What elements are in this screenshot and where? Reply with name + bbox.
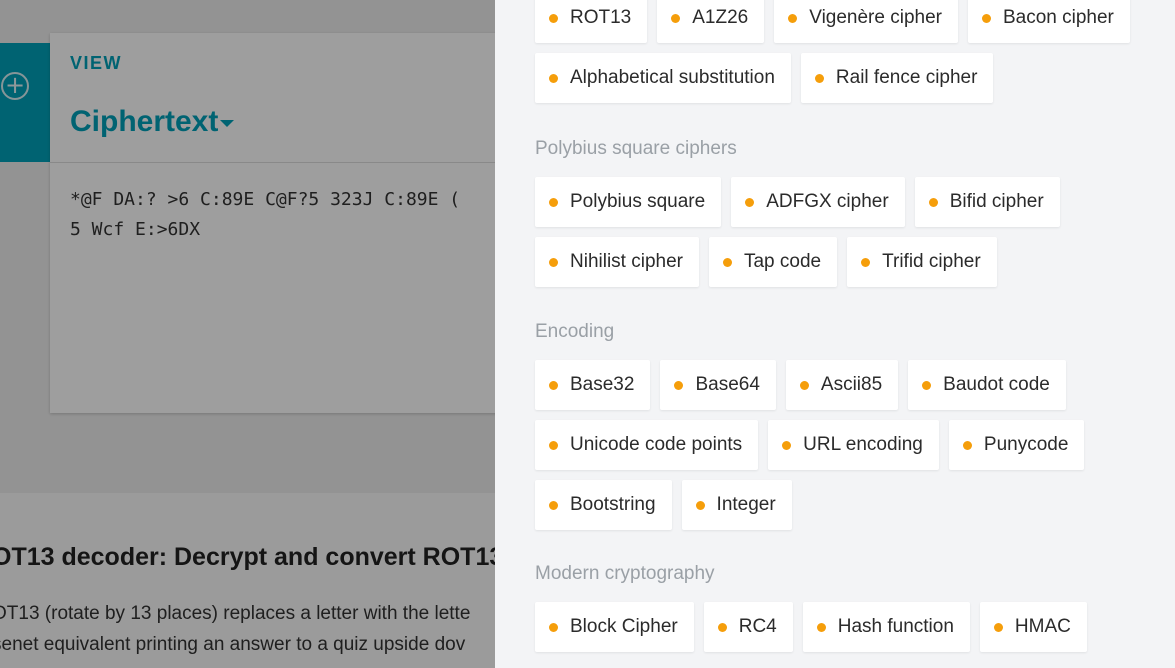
operation-chip-rot13[interactable]: ROT13 <box>535 0 648 43</box>
bullet-dot-icon <box>928 197 938 207</box>
chip-label: Bacon cipher <box>1002 7 1114 28</box>
bullet-dot-icon <box>674 380 684 390</box>
bullet-dot-icon <box>549 622 558 632</box>
operation-chip-adfgx-cipher[interactable]: ADFGX cipher <box>731 177 905 227</box>
chip-label: Nihilist cipher <box>570 251 683 272</box>
bullet-dot-icon <box>549 257 558 267</box>
chip-label: ROT13 <box>570 7 632 28</box>
bullet-dot-icon <box>745 197 755 207</box>
bullet-dot-icon <box>549 380 558 390</box>
chip-label: A1Z26 <box>692 7 749 28</box>
chip-label: RC4 <box>738 616 777 637</box>
chip-label: HMAC <box>1014 616 1071 637</box>
operation-chip-block-cipher[interactable]: Block Cipher <box>535 602 694 652</box>
section-encoding: Encoding Base32 Base64 Ascii85 Baudot code U… <box>535 320 1155 540</box>
bullet-dot-icon <box>788 13 798 23</box>
section-title: Encoding <box>535 321 615 342</box>
section-modern-crypto: Modern cryptography Block Cipher RC4 Hash … <box>535 562 1155 662</box>
operation-chip-baudot-code[interactable]: Baudot code <box>908 360 1066 410</box>
operation-chip-nihilist-cipher[interactable]: Nihilist cipher <box>535 237 699 287</box>
chip-label: Ascii85 <box>820 374 883 395</box>
section-title: Modern cryptography <box>535 563 715 584</box>
operation-chip-rail-fence-cipher[interactable]: Rail fence cipher <box>800 53 994 103</box>
bullet-dot-icon <box>861 257 871 267</box>
bullet-dot-icon <box>671 13 681 23</box>
chip-list: Block Cipher RC4 Hash function HMAC <box>535 602 1155 662</box>
bullet-dot-icon <box>722 257 732 267</box>
chip-list: Polybius square ADFGX cipher Bifid cipher N… <box>535 177 1155 297</box>
chip-label: Block Cipher <box>570 616 678 637</box>
bullet-dot-icon <box>799 380 809 390</box>
chip-label: Unicode code points <box>570 434 743 455</box>
chip-label: Tap code <box>743 251 822 272</box>
chip-label: Base64 <box>695 374 760 395</box>
bullet-dot-icon <box>962 440 972 450</box>
operation-chip-trifid-cipher[interactable]: Trifid cipher <box>847 237 997 287</box>
operation-chip-punycode[interactable]: Punycode <box>948 420 1085 470</box>
operation-chip-alphabetical-substitution[interactable]: Alphabetical substitution <box>535 53 791 103</box>
operation-chip-polybius-square[interactable]: Polybius square <box>535 177 722 227</box>
bullet-dot-icon <box>549 440 558 450</box>
chip-label: Baudot code <box>943 374 1050 395</box>
operation-chip-rc4[interactable]: RC4 <box>703 602 793 652</box>
bullet-dot-icon <box>816 622 826 632</box>
operation-chip-url-encoding[interactable]: URL encoding <box>768 420 939 470</box>
chip-label: Hash function <box>837 616 954 637</box>
operation-chip-bacon-cipher[interactable]: Bacon cipher <box>967 0 1130 43</box>
operation-chip-hmac[interactable]: HMAC <box>979 602 1087 652</box>
bullet-dot-icon <box>549 73 558 83</box>
chip-label: Bifid cipher <box>949 191 1044 212</box>
chip-label: Alphabetical substitution <box>570 67 775 88</box>
chip-list: ROT13 A1Z26 Vigenère cipher Bacon cipher Alp… <box>535 0 1155 113</box>
bullet-dot-icon <box>922 380 932 390</box>
modal-overlay[interactable] <box>0 0 495 668</box>
chip-label: Integer <box>716 494 776 515</box>
bullet-dot-icon <box>717 622 727 632</box>
chip-label: Trifid cipher <box>882 251 981 272</box>
operation-drawer: ROT13 A1Z26 Vigenère cipher Bacon cipher Alp… <box>495 0 1175 668</box>
chip-list: Base32 Base64 Ascii85 Baudot code Unicode co… <box>535 360 1155 540</box>
section-polybius: Polybius square ciphers Polybius square A… <box>535 137 1155 297</box>
operation-chip-base64[interactable]: Base64 <box>660 360 776 410</box>
operation-chip-base32[interactable]: Base32 <box>535 360 651 410</box>
bullet-dot-icon <box>993 622 1003 632</box>
chip-label: Base32 <box>570 374 635 395</box>
chip-label: Vigenère cipher <box>809 7 942 28</box>
operation-chip-tap-code[interactable]: Tap code <box>708 237 838 287</box>
operation-chip-integer[interactable]: Integer <box>681 480 792 530</box>
operation-chip-unicode-code-points[interactable]: Unicode code points <box>535 420 759 470</box>
chip-label: Rail fence cipher <box>835 67 978 88</box>
bullet-dot-icon <box>981 13 991 23</box>
bullet-dot-icon <box>695 500 705 510</box>
bullet-dot-icon <box>549 197 558 207</box>
operation-chip-bifid-cipher[interactable]: Bifid cipher <box>914 177 1060 227</box>
section-top-ciphers: ROT13 A1Z26 Vigenère cipher Bacon cipher Alp… <box>535 0 1155 113</box>
operation-chip-hash-function[interactable]: Hash function <box>802 602 970 652</box>
bullet-dot-icon <box>782 440 792 450</box>
section-title: Polybius square ciphers <box>535 138 737 159</box>
bullet-dot-icon <box>814 73 824 83</box>
operation-chip-a1z26[interactable]: A1Z26 <box>657 0 765 43</box>
operation-chip-bootstring[interactable]: Bootstring <box>535 480 672 530</box>
chip-label: ADFGX cipher <box>766 191 889 212</box>
chip-label: Punycode <box>983 434 1069 455</box>
chip-label: Bootstring <box>570 494 656 515</box>
bullet-dot-icon <box>549 13 558 23</box>
operation-chip-vigenere-cipher[interactable]: Vigenère cipher <box>774 0 958 43</box>
operation-chip-ascii85[interactable]: Ascii85 <box>785 360 899 410</box>
chip-label: URL encoding <box>803 434 923 455</box>
bullet-dot-icon <box>549 500 558 510</box>
chip-label: Polybius square <box>570 191 706 212</box>
